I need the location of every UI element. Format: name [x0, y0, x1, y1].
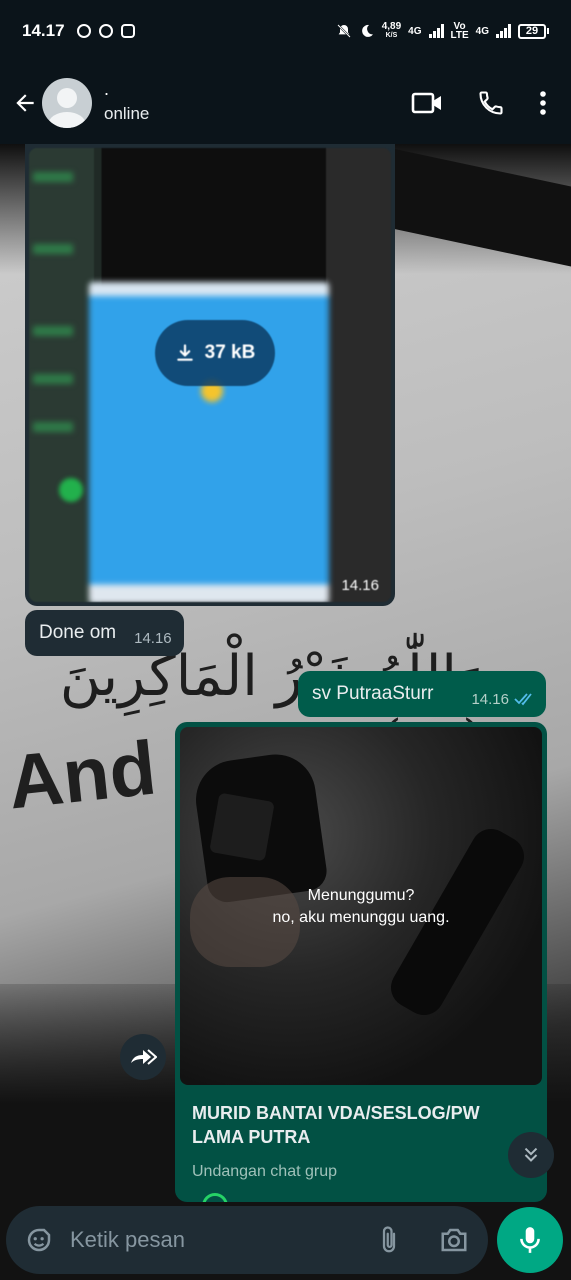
read-ticks-icon — [514, 693, 532, 706]
video-call-icon[interactable] — [411, 90, 443, 116]
camera-icon[interactable] — [438, 1225, 470, 1255]
mute-icon — [336, 24, 351, 38]
contact-name: . — [104, 79, 110, 99]
volte-bottom: LTE — [450, 30, 469, 41]
status-bar: 14.17 4,89 K/S 4G Vo LTE 4G 29 — [0, 0, 571, 62]
sticker-icon[interactable] — [24, 1225, 54, 1255]
b-icon — [98, 24, 113, 38]
net-speed-unit: K/S — [385, 32, 398, 39]
forward-icon — [131, 1049, 157, 1065]
incoming-message[interactable]: Done om 14.16 — [25, 610, 184, 656]
image-preview[interactable]: 37 kB 14.16 — [29, 148, 391, 602]
battery-level: 29 — [518, 23, 546, 39]
download-button[interactable]: 37 kB — [155, 320, 275, 386]
back-arrow-icon[interactable] — [10, 88, 40, 118]
chat-icon — [120, 24, 135, 38]
signal-icon-2 — [496, 24, 511, 38]
download-icon — [176, 344, 193, 361]
contact-status: online — [104, 104, 150, 123]
image-message[interactable]: 37 kB 14.16 — [25, 144, 395, 606]
caption-line-1: Menunggumu? — [307, 887, 415, 904]
voice-call-icon[interactable] — [477, 89, 505, 117]
message-time: 14.16 — [471, 690, 509, 708]
mic-icon — [520, 1227, 540, 1253]
status-time: 14.17 — [22, 21, 65, 40]
invite-subtitle: Undangan chat grup — [192, 1163, 337, 1180]
message-input[interactable] — [70, 1227, 374, 1253]
network-type-1: 4G — [408, 25, 422, 37]
caption-line-2: no, aku menunggu uang. — [272, 909, 450, 926]
chat-header: . online — [0, 62, 571, 144]
moon-icon — [361, 24, 373, 37]
network-type-2: 4G — [475, 25, 489, 37]
double-chevron-down-icon — [524, 1147, 538, 1162]
avatar[interactable] — [42, 78, 92, 128]
invite-image-caption: Menunggumu? no, aku menunggu uang. — [180, 885, 542, 929]
group-invite-message[interactable]: Menunggumu? no, aku menunggu uang. MURID… — [175, 722, 547, 1202]
contact-info[interactable]: . online — [104, 79, 150, 124]
whatsapp-icon — [76, 24, 91, 38]
message-time: 14.16 — [134, 629, 172, 647]
chat-area[interactable]: وَاللّٰهُ خَيْرُ الْمَاكِرِينَ (٣٠) And … — [0, 144, 571, 1280]
more-vert-icon[interactable] — [539, 90, 547, 116]
battery-icon: 29 — [518, 23, 549, 39]
signal-icon — [428, 24, 444, 38]
image-size: 37 kB — [204, 342, 256, 363]
scroll-to-bottom-button[interactable] — [508, 1132, 554, 1178]
voice-record-button[interactable] — [497, 1207, 563, 1273]
net-speed: 4,89 — [381, 21, 402, 32]
message-text: Done om — [39, 622, 117, 643]
group-name[interactable]: MURID BANTAI VDA/SESLOG/PW LAMA PUTRA — [192, 1101, 532, 1149]
forward-button[interactable] — [120, 1034, 166, 1080]
message-text: sv PutraaSturr — [312, 683, 434, 704]
attach-icon[interactable] — [374, 1225, 404, 1255]
composer-bar — [0, 1200, 571, 1280]
outgoing-message[interactable]: sv PutraaSturr 14.16 — [298, 671, 546, 717]
message-time: 14.16 — [341, 577, 379, 594]
invite-image[interactable]: Menunggumu? no, aku menunggu uang. — [180, 727, 542, 1085]
message-input-container[interactable] — [6, 1206, 488, 1274]
